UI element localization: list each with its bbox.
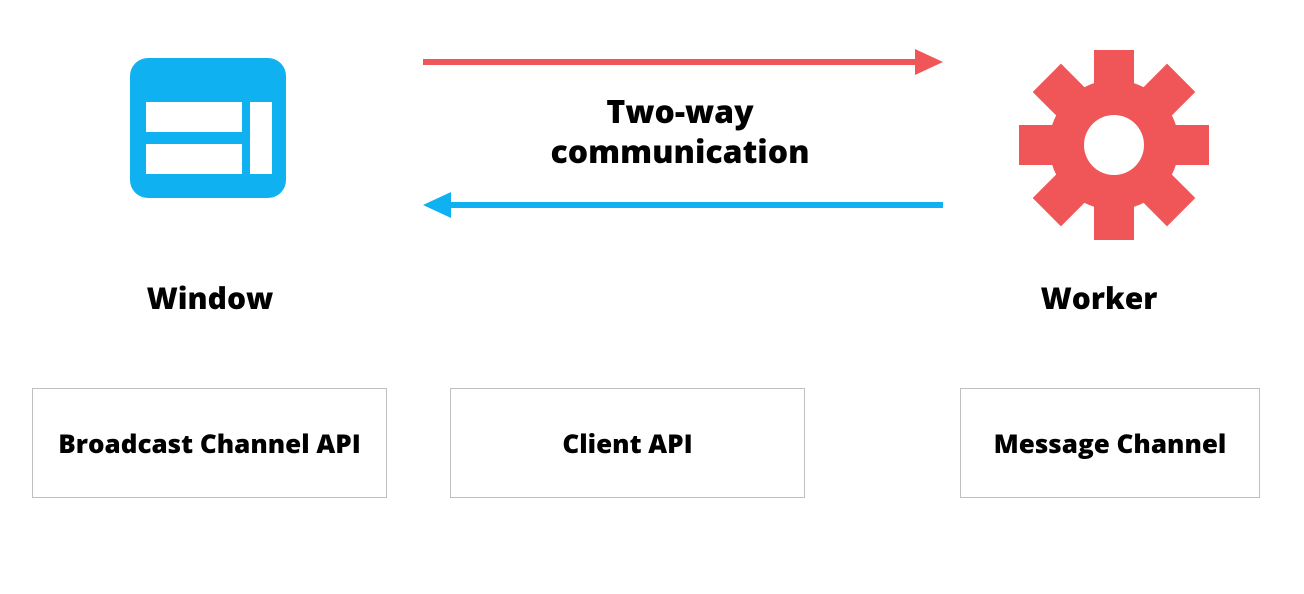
arrow-worker-to-window-icon <box>423 188 943 222</box>
center-label-line1: Two-way <box>606 90 753 133</box>
window-title: Window <box>130 277 290 318</box>
twoway-communication-diagram: Two-way communication Window Worker Broa… <box>0 0 1304 594</box>
worker-title: Worker <box>1009 277 1189 318</box>
center-label-line2: communication <box>550 130 809 173</box>
gear-icon <box>1014 45 1214 245</box>
arrow-window-to-worker-icon <box>423 45 943 79</box>
center-label: Two-way communication <box>470 92 890 172</box>
api-box-message-channel: Message Channel <box>960 388 1260 498</box>
api-box-client-api: Client API <box>450 388 805 498</box>
api-box-broadcast-channel: Broadcast Channel API <box>32 388 387 498</box>
window-icon <box>130 58 286 198</box>
